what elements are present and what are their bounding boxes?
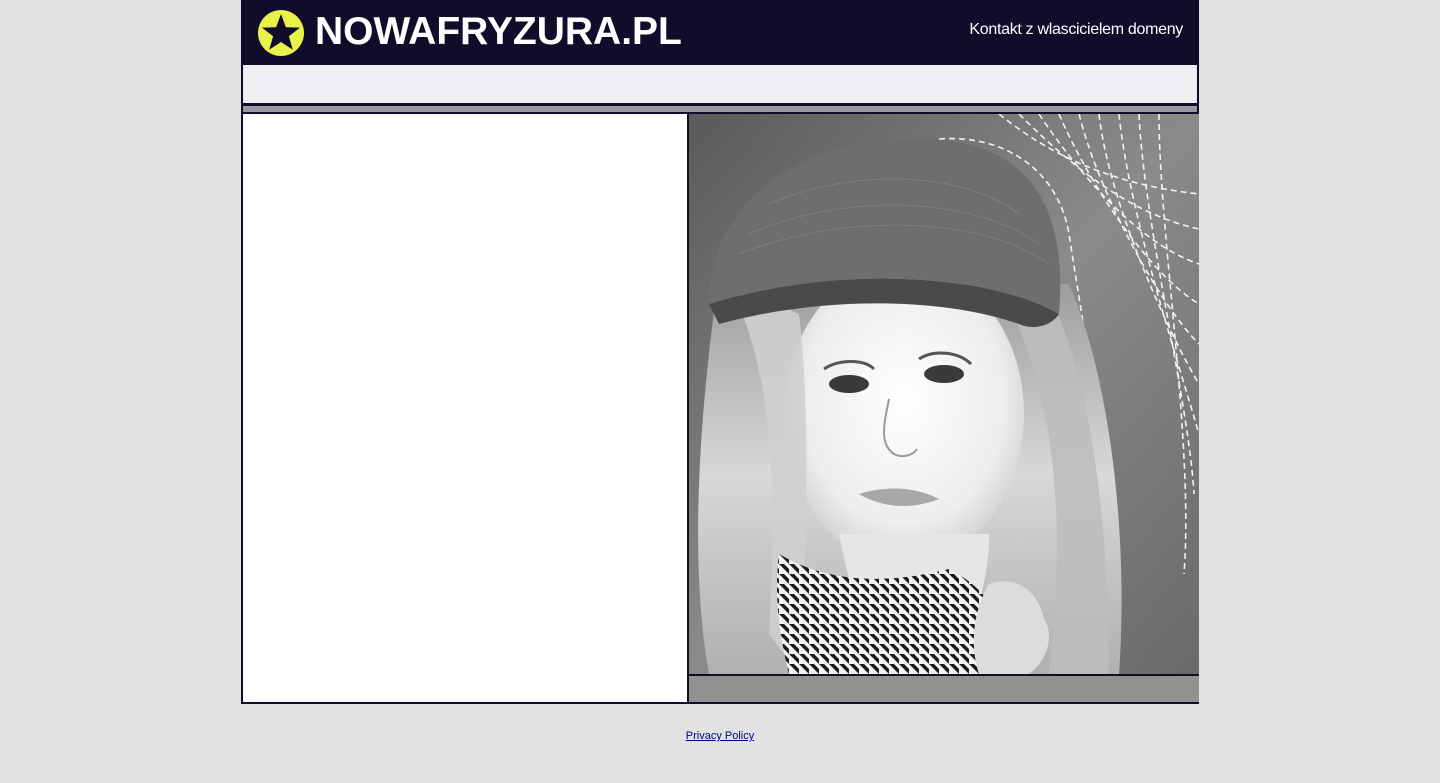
site-header: NOWAFRYZURA.PL Kontakt z wlascicielem do… xyxy=(241,0,1199,64)
site-title[interactable]: NOWAFRYZURA.PL xyxy=(315,8,682,56)
photo-caption-bar xyxy=(689,674,1199,702)
nav-strip xyxy=(241,64,1199,106)
right-panel xyxy=(687,114,1199,702)
left-panel xyxy=(243,114,687,702)
woman-portrait-photo xyxy=(689,114,1199,674)
contact-owner-link[interactable]: Kontakt z wlascicielem domeny xyxy=(969,21,1183,39)
page-container: NOWAFRYZURA.PL Kontakt z wlascicielem do… xyxy=(241,0,1199,742)
divider-strip xyxy=(241,106,1199,114)
star-logo-icon[interactable] xyxy=(257,9,305,57)
main-content xyxy=(241,114,1199,704)
footer: Privacy Policy xyxy=(241,726,1199,744)
privacy-policy-link[interactable]: Privacy Policy xyxy=(686,730,754,742)
